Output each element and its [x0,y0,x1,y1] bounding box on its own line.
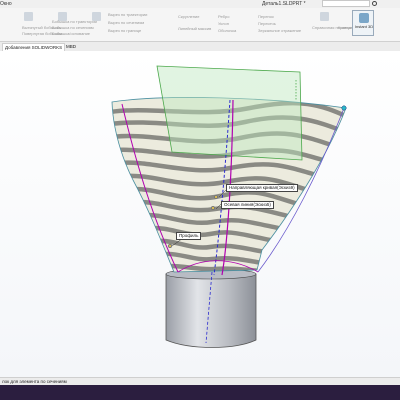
endpoint-handle[interactable] [341,105,347,111]
status-hint: лок для элемента по сечениям [2,379,67,384]
model-view [111,65,347,348]
callout-axis-line[interactable]: Осевая линия(Эскиз5) [221,201,274,209]
cylinder-body[interactable] [165,268,257,348]
profile-point[interactable] [168,244,172,248]
callout-guide-curve[interactable]: Направляющая кривая(Эскиз9) [226,184,298,192]
callout-profile[interactable]: Профиль [176,232,202,240]
taskbar [0,385,400,400]
reference-plane[interactable] [156,65,303,161]
guide-point[interactable] [214,195,218,199]
axis-point[interactable] [211,206,215,210]
